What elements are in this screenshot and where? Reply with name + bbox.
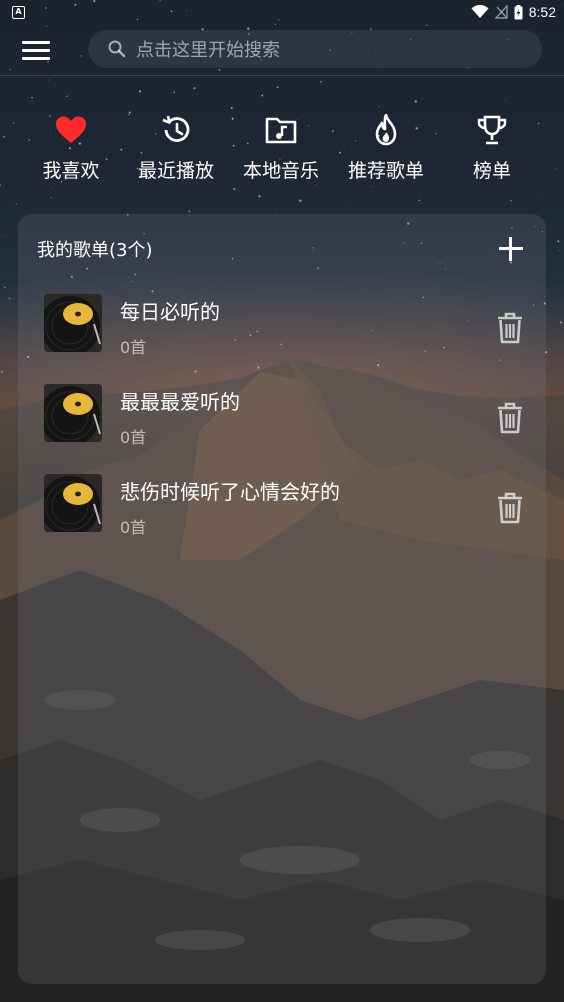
divider (0, 75, 564, 76)
playlist-song-count: 0首 (120, 428, 147, 447)
trash-icon (498, 492, 522, 524)
nav-recent[interactable]: 最近播放 (126, 108, 226, 188)
add-playlist-button[interactable] (498, 236, 524, 262)
trash-icon (498, 312, 522, 344)
vinyl-cover-icon (44, 384, 102, 442)
heart-icon (53, 112, 89, 148)
nav-label: 推荐歌单 (347, 160, 424, 182)
nav-favorites[interactable]: 我喜欢 (21, 108, 121, 188)
nav-label: 我喜欢 (42, 160, 100, 182)
trophy-icon (474, 112, 510, 148)
search-icon (108, 40, 126, 58)
menu-icon-line (22, 40, 50, 44)
delete-playlist-button[interactable] (496, 312, 524, 344)
delete-playlist-button[interactable] (496, 402, 524, 434)
playlist-name: 最最最爱听的 (120, 390, 240, 414)
music-folder-icon (263, 112, 299, 148)
playlists-header: 我的歌单(3个) (37, 240, 153, 261)
playlist-row[interactable]: 每日必听的 0首 (18, 286, 546, 366)
search-input[interactable]: 点击这里开始搜索 (88, 30, 542, 68)
nav-label: 最近播放 (137, 160, 214, 182)
nav-label: 本地音乐 (242, 160, 319, 182)
status-bar: A 8:52 (0, 0, 564, 24)
vinyl-cover-icon (44, 294, 102, 352)
battery-icon (514, 4, 523, 19)
menu-button[interactable] (16, 34, 56, 66)
my-playlists-panel: 我的歌单(3个) 每日必听的 0首 最最最爱听的 0首 悲伤时候听了心情会好的 … (18, 214, 546, 984)
menu-icon-line (22, 56, 50, 60)
nav-label: 榜单 (472, 160, 511, 182)
fire-icon (368, 112, 404, 148)
notification-a-icon: A (12, 5, 25, 19)
wifi-icon (471, 5, 489, 18)
top-bar: 点击这里开始搜索 (0, 24, 564, 76)
nav-charts[interactable]: 榜单 (442, 108, 542, 188)
no-signal-icon (494, 5, 508, 19)
clock: 8:52 (528, 4, 556, 20)
history-icon (158, 112, 194, 148)
quick-nav: 我喜欢 最近播放 本地音乐 推荐歌单 榜单 (0, 108, 564, 188)
playlist-row[interactable]: 悲伤时候听了心情会好的 0首 (18, 466, 546, 546)
menu-icon-line (22, 48, 50, 52)
playlist-song-count: 0首 (120, 518, 147, 537)
trash-icon (498, 402, 522, 434)
playlist-song-count: 0首 (120, 338, 147, 357)
search-placeholder: 点击这里开始搜索 (136, 40, 280, 61)
nav-local-music[interactable]: 本地音乐 (231, 108, 331, 188)
nav-recommended[interactable]: 推荐歌单 (336, 108, 436, 188)
delete-playlist-button[interactable] (496, 492, 524, 524)
playlist-row[interactable]: 最最最爱听的 0首 (18, 376, 546, 456)
playlist-name: 悲伤时候听了心情会好的 (120, 480, 340, 504)
vinyl-cover-icon (44, 474, 102, 532)
playlist-name: 每日必听的 (120, 300, 220, 324)
